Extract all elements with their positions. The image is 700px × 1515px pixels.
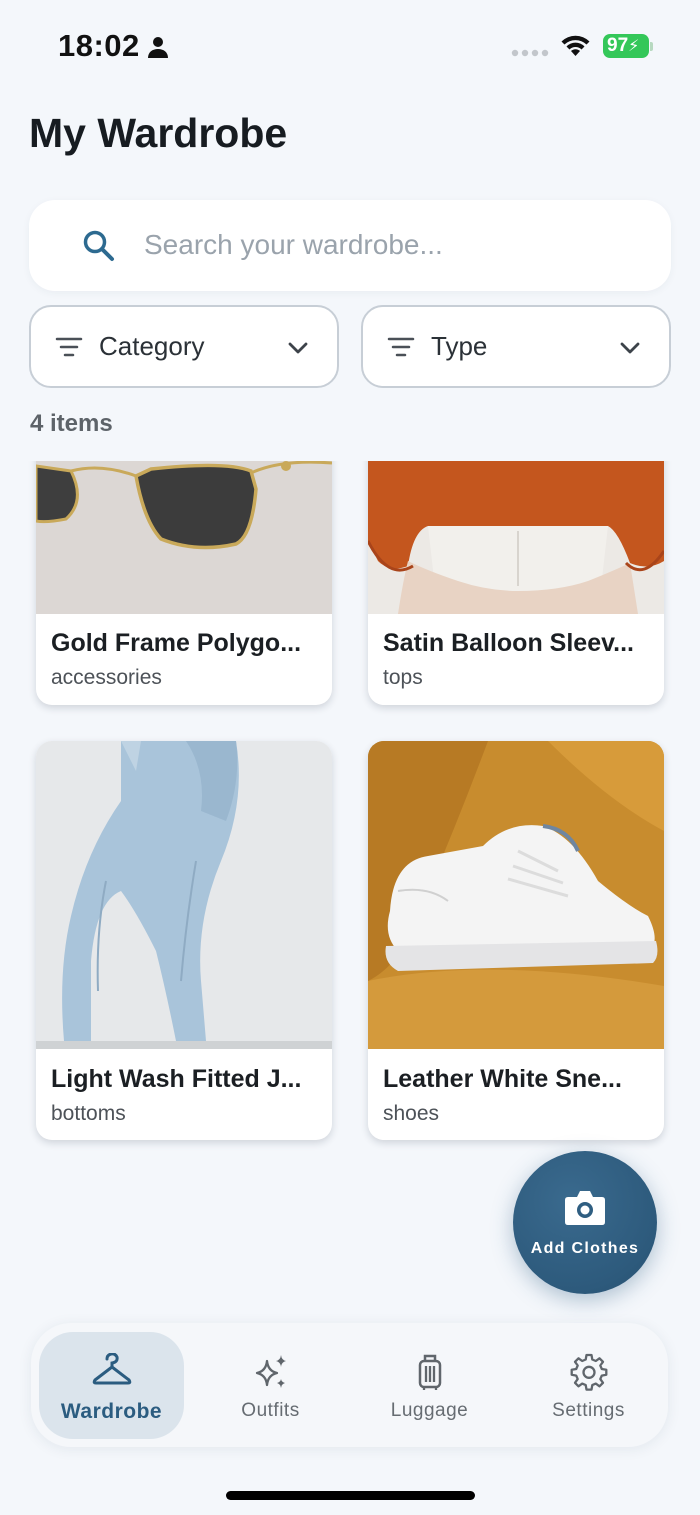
battery-indicator: 97⚡ — [603, 34, 649, 58]
filter-icon — [55, 337, 83, 357]
wardrobe-item-card[interactable]: Light Wash Fitted J... bottoms — [36, 741, 332, 1140]
search-input[interactable] — [144, 220, 644, 270]
item-image-sunglasses — [36, 461, 332, 614]
item-category: shoes — [383, 1102, 440, 1125]
sparkles-icon — [255, 1355, 286, 1388]
status-bar: 18:02 97⚡ — [0, 0, 700, 92]
type-filter-label: Type — [431, 331, 488, 361]
add-clothes-button[interactable]: Add Clothes — [513, 1151, 657, 1294]
home-indicator[interactable] — [226, 1491, 475, 1500]
page-title: My Wardrobe — [29, 110, 288, 156]
wardrobe-grid[interactable]: Gold Frame Polygo... accessories Satin B… — [0, 461, 700, 1161]
gear-icon — [570, 1353, 608, 1391]
wifi-icon — [561, 35, 590, 56]
item-title: Satin Balloon Sleev... — [383, 629, 634, 657]
nav-tab-wardrobe[interactable]: Wardrobe — [39, 1332, 184, 1439]
nav-tab-luggage[interactable]: Luggage — [357, 1332, 502, 1439]
nav-label-wardrobe: Wardrobe — [60, 1400, 163, 1423]
item-image-jeans — [36, 741, 332, 1049]
bottom-nav: Wardrobe Outfits Luggage Settings — [31, 1323, 668, 1447]
item-category: bottoms — [51, 1102, 126, 1125]
battery-tip — [650, 42, 653, 51]
luggage-icon — [418, 1354, 442, 1390]
person-icon — [148, 37, 168, 58]
item-image-sneaker — [368, 741, 664, 1049]
battery-level: 97 — [607, 35, 629, 56]
category-filter-dropdown[interactable]: Category — [29, 305, 339, 388]
item-title: Leather White Sne... — [383, 1065, 622, 1093]
nav-label-settings: Settings — [552, 1400, 625, 1421]
nav-label-outfits: Outfits — [241, 1400, 300, 1421]
filter-icon — [387, 337, 415, 357]
item-title: Light Wash Fitted J... — [51, 1065, 302, 1093]
wardrobe-item-card[interactable]: Leather White Sne... shoes — [368, 741, 664, 1140]
nav-tab-settings[interactable]: Settings — [516, 1332, 661, 1439]
add-clothes-label: Add Clothes — [530, 1240, 640, 1257]
chevron-down-icon — [620, 342, 640, 354]
search-icon — [83, 230, 114, 261]
type-filter-dropdown[interactable]: Type — [361, 305, 671, 388]
cellular-signal-icon — [511, 49, 549, 57]
item-title: Gold Frame Polygo... — [51, 629, 302, 657]
hanger-icon — [92, 1353, 132, 1385]
wardrobe-item-card[interactable]: Gold Frame Polygo... accessories — [36, 461, 332, 705]
item-category: tops — [383, 666, 423, 689]
search-bar[interactable] — [29, 200, 671, 291]
category-filter-label: Category — [99, 331, 205, 361]
camera-icon — [565, 1191, 605, 1225]
wardrobe-item-card[interactable]: Satin Balloon Sleev... tops — [368, 461, 664, 705]
charging-bolt-icon: ⚡ — [628, 38, 640, 55]
nav-tab-outfits[interactable]: Outfits — [198, 1332, 343, 1439]
chevron-down-icon — [288, 342, 308, 354]
nav-label-luggage: Luggage — [390, 1400, 469, 1421]
status-time: 18:02 — [58, 28, 140, 63]
item-image-top — [368, 461, 664, 614]
item-count: 4 items — [30, 410, 113, 437]
item-category: accessories — [51, 666, 162, 689]
